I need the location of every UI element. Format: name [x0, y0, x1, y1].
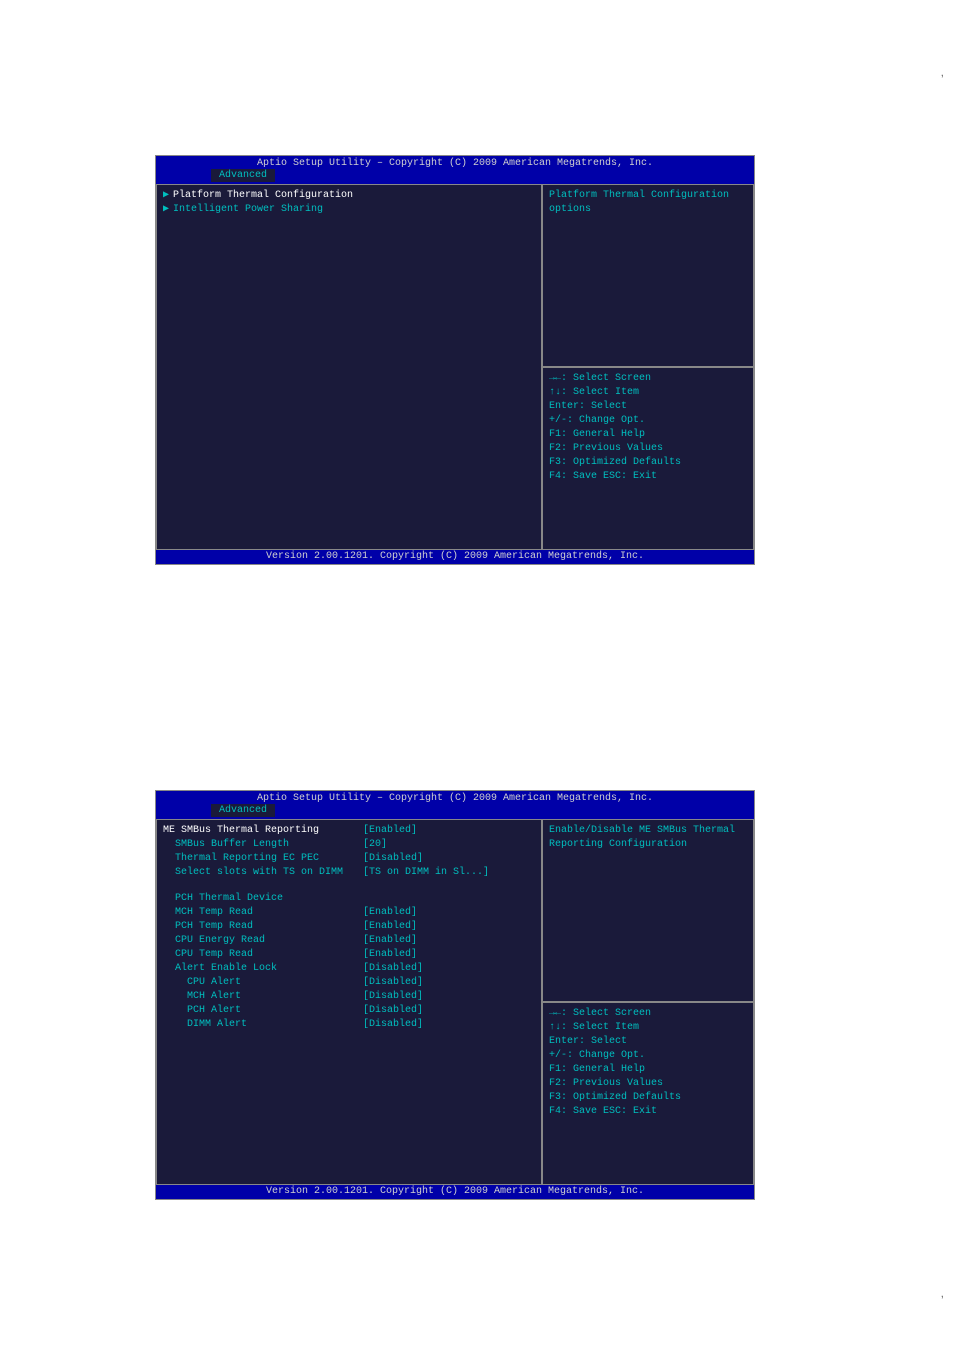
menu-item-cpu-temp[interactable]: CPU Temp Read [Enabled]	[163, 948, 535, 962]
tab-advanced[interactable]: Advanced	[211, 169, 275, 182]
title-text: Aptio Setup Utility – Copyright (C) 2009…	[156, 157, 754, 169]
key-f4-esc: F4: Save ESC: Exit	[549, 470, 747, 484]
menu-item-me-smbus[interactable]: ME SMBus Thermal Reporting [Enabled]	[163, 824, 535, 838]
menu-label: Alert Enable Lock	[175, 962, 363, 976]
key-enter: Enter: Select	[549, 1035, 747, 1049]
key-f1: F1: General Help	[549, 428, 747, 442]
menu-label: MCH Alert	[187, 990, 363, 1004]
key-f2: F2: Previous Values	[549, 1077, 747, 1091]
menu-value: [Enabled]	[363, 934, 417, 948]
menu-label: PCH Alert	[187, 1004, 363, 1018]
menu-label: Intelligent Power Sharing	[173, 203, 373, 217]
key-change-opt: +/-: Change Opt.	[549, 414, 747, 428]
key-f1: F1: General Help	[549, 1063, 747, 1077]
bios-window-1: Aptio Setup Utility – Copyright (C) 2009…	[155, 155, 755, 565]
menu-item-cpu-alert[interactable]: CPU Alert [Disabled]	[163, 976, 535, 990]
title-bar: Aptio Setup Utility – Copyright (C) 2009…	[156, 156, 754, 184]
key-change-opt: +/-: Change Opt.	[549, 1049, 747, 1063]
menu-label: PCH Temp Read	[175, 920, 363, 934]
menu-item-select-slots[interactable]: Select slots with TS on DIMM [TS on DIMM…	[163, 866, 535, 880]
footer-bar: Version 2.00.1201. Copyright (C) 2009 Am…	[156, 550, 754, 564]
keys-panel: →←: Select Screen ↑↓: Select Item Enter:…	[542, 367, 754, 550]
bios-window-2: Aptio Setup Utility – Copyright (C) 2009…	[155, 790, 755, 1200]
footer-bar: Version 2.00.1201. Copyright (C) 2009 Am…	[156, 1185, 754, 1199]
key-f4-esc: F4: Save ESC: Exit	[549, 1105, 747, 1119]
menu-value: [Disabled]	[363, 1004, 423, 1018]
menu-item-thermal-ec-pec[interactable]: Thermal Reporting EC PEC [Disabled]	[163, 852, 535, 866]
keys-panel: →←: Select Screen ↑↓: Select Item Enter:…	[542, 1002, 754, 1185]
menu-item-mch-alert[interactable]: MCH Alert [Disabled]	[163, 990, 535, 1004]
main-panel: ▶ Platform Thermal Configuration ▶ Intel…	[156, 184, 542, 550]
menu-label: Select slots with TS on DIMM	[175, 866, 363, 880]
menu-label: DIMM Alert	[187, 1018, 363, 1032]
menu-item-smbus-buffer[interactable]: SMBus Buffer Length [20]	[163, 838, 535, 852]
side-panel: Platform Thermal Configuration options →…	[542, 184, 754, 550]
side-panel: Enable/Disable ME SMBus Thermal Reportin…	[542, 819, 754, 1185]
menu-value: [Enabled]	[363, 906, 417, 920]
submenu-arrow-icon: ▶	[163, 203, 169, 217]
tab-advanced[interactable]: Advanced	[211, 804, 275, 817]
title-text: Aptio Setup Utility – Copyright (C) 2009…	[156, 792, 754, 804]
menu-label: SMBus Buffer Length	[175, 838, 363, 852]
menu-value: [Disabled]	[363, 1018, 423, 1032]
menu-label: MCH Temp Read	[175, 906, 363, 920]
title-bar: Aptio Setup Utility – Copyright (C) 2009…	[156, 791, 754, 819]
section-header-pch: PCH Thermal Device	[163, 892, 535, 906]
menu-value: [Enabled]	[363, 824, 417, 838]
menu-label: Thermal Reporting EC PEC	[175, 852, 363, 866]
key-enter: Enter: Select	[549, 400, 747, 414]
menu-label: CPU Energy Read	[175, 934, 363, 948]
menu-label: Platform Thermal Configuration	[173, 189, 373, 203]
key-f3: F3: Optimized Defaults	[549, 456, 747, 470]
page-marker-top: ,	[941, 65, 944, 79]
key-f2: F2: Previous Values	[549, 442, 747, 456]
menu-item-cpu-energy[interactable]: CPU Energy Read [Enabled]	[163, 934, 535, 948]
bios-body: ME SMBus Thermal Reporting [Enabled] SMB…	[156, 819, 754, 1185]
help-panel: Platform Thermal Configuration options	[542, 184, 754, 367]
menu-label: CPU Temp Read	[175, 948, 363, 962]
menu-value: [Disabled]	[363, 976, 423, 990]
tab-row: Advanced	[156, 169, 754, 182]
key-f3: F3: Optimized Defaults	[549, 1091, 747, 1105]
menu-value: [Disabled]	[363, 990, 423, 1004]
menu-value: [Enabled]	[363, 920, 417, 934]
menu-item-platform-thermal[interactable]: ▶ Platform Thermal Configuration	[163, 189, 535, 203]
page-marker-bottom: ,	[941, 1286, 944, 1300]
key-select-screen: →←: Select Screen	[549, 1007, 747, 1021]
submenu-arrow-icon: ▶	[163, 189, 169, 203]
menu-item-mch-temp[interactable]: MCH Temp Read [Enabled]	[163, 906, 535, 920]
main-panel: ME SMBus Thermal Reporting [Enabled] SMB…	[156, 819, 542, 1185]
menu-value: [Disabled]	[363, 852, 423, 866]
menu-label: ME SMBus Thermal Reporting	[163, 824, 363, 838]
menu-item-intelligent-power[interactable]: ▶ Intelligent Power Sharing	[163, 203, 535, 217]
key-select-screen: →←: Select Screen	[549, 372, 747, 386]
menu-value: [TS on DIMM in Sl...]	[363, 866, 489, 880]
menu-item-alert-lock[interactable]: Alert Enable Lock [Disabled]	[163, 962, 535, 976]
key-select-item: ↑↓: Select Item	[549, 386, 747, 400]
menu-item-pch-temp[interactable]: PCH Temp Read [Enabled]	[163, 920, 535, 934]
help-panel: Enable/Disable ME SMBus Thermal Reportin…	[542, 819, 754, 1002]
menu-item-dimm-alert[interactable]: DIMM Alert [Disabled]	[163, 1018, 535, 1032]
key-select-item: ↑↓: Select Item	[549, 1021, 747, 1035]
menu-value: [Disabled]	[363, 962, 423, 976]
tab-row: Advanced	[156, 804, 754, 817]
menu-item-pch-alert[interactable]: PCH Alert [Disabled]	[163, 1004, 535, 1018]
bios-body: ▶ Platform Thermal Configuration ▶ Intel…	[156, 184, 754, 550]
menu-label: CPU Alert	[187, 976, 363, 990]
menu-value: [20]	[363, 838, 387, 852]
menu-value: [Enabled]	[363, 948, 417, 962]
